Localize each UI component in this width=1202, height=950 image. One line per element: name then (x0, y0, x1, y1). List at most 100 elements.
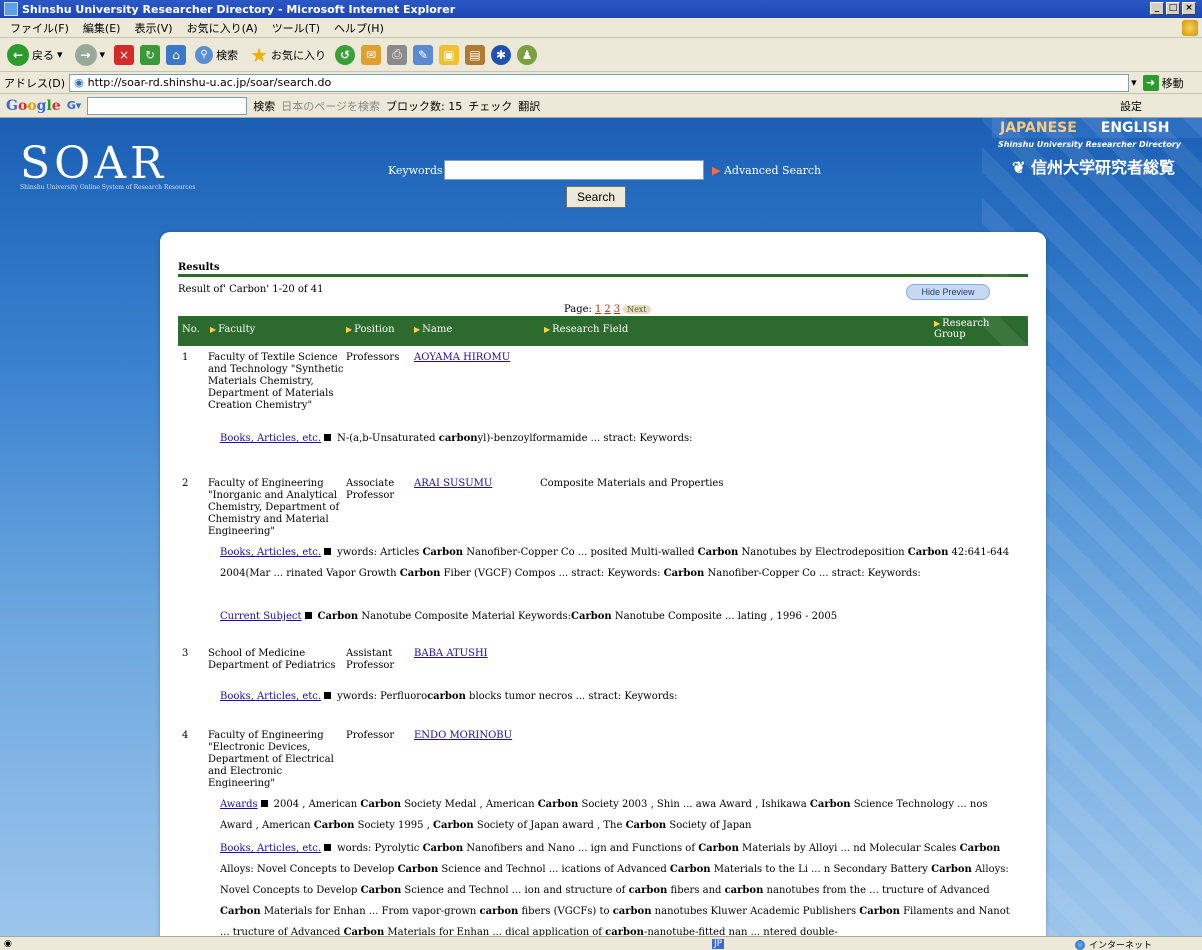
snippet-books-link[interactable]: Books, Articles, etc. (220, 691, 321, 702)
google-logo[interactable]: Google (6, 98, 61, 114)
advanced-search-link[interactable]: ▶ Advanced Search (712, 164, 821, 177)
menu-favorites[interactable]: お気に入り(A) (187, 20, 258, 36)
results-list: 1 Faculty of Textile Science and Technol… (178, 350, 1028, 936)
next-page-button[interactable]: Next (623, 305, 651, 314)
refresh-icon[interactable]: ↻ (140, 44, 161, 65)
folder-icon[interactable]: ▣ (439, 44, 459, 65)
mail-icon[interactable]: ✉ (361, 44, 381, 65)
col-name[interactable]: ▶ Name (414, 324, 452, 335)
security-zone: インターネット (1074, 938, 1152, 950)
back-label: 戻る (32, 48, 54, 62)
snippet-awards-link[interactable]: Awards (220, 799, 258, 810)
page-link-3[interactable]: 3 (614, 304, 620, 315)
search-button[interactable]: ⚲ 検索 (192, 42, 241, 68)
result-row: 2 Faculty of Engineering "Inorganic and … (178, 476, 1028, 646)
bullet-icon (324, 844, 332, 851)
google-search-button[interactable]: 検索 (253, 98, 275, 114)
menu-view[interactable]: 表示(V) (134, 20, 172, 36)
close-button[interactable]: × (1182, 2, 1196, 15)
edit-icon[interactable]: ✎ (413, 44, 433, 65)
standard-toolbar: ← 戻る ▾ → ▾ × ↻ ⌂ ⚲ 検索 ★ お気に入り ↺ ✉ ⎙ ✎ ▣ … (0, 38, 1202, 72)
row-snippet: Books, Articles, etc. ywords: Articles Ca… (220, 547, 1010, 579)
print-icon[interactable]: ⎙ (387, 44, 407, 65)
page-link-2[interactable]: 2 (604, 304, 610, 315)
row-position: Professor (346, 730, 395, 741)
back-arrow-icon: ← (7, 43, 29, 66)
col-position[interactable]: ▶ Position (346, 324, 395, 335)
lang-japanese-link[interactable]: JAPANESE (1000, 120, 1077, 136)
bluetooth-icon[interactable]: ✱ (491, 44, 511, 65)
back-button[interactable]: ← 戻る ▾ (4, 42, 66, 68)
row-faculty: School of Medicine Department of Pediatr… (208, 648, 336, 671)
google-menu-icon[interactable]: G▾ (67, 99, 82, 112)
result-row: 1 Faculty of Textile Science and Technol… (178, 350, 1028, 476)
favorites-star-icon: ★ (250, 42, 268, 67)
row-name-link[interactable]: ENDO MORINOBU (414, 730, 512, 742)
home-icon[interactable]: ⌂ (166, 44, 187, 65)
google-page-search[interactable]: 日本のページを検索 (281, 98, 380, 114)
research-icon[interactable]: ▤ (465, 44, 485, 65)
snippet-books-link[interactable]: Books, Articles, etc. (220, 843, 321, 854)
window-title: Shinshu University Researcher Directory … (22, 2, 456, 16)
page-icon: ◉ (74, 76, 84, 89)
row-faculty: Faculty of Engineering "Electronic Devic… (208, 730, 334, 789)
language-switch: JAPANESE ENGLISH (992, 118, 1202, 138)
maximize-button[interactable]: □ (1166, 2, 1180, 15)
bullet-icon (304, 612, 312, 619)
google-blocked-count[interactable]: ブロック数: 15 (386, 98, 462, 114)
soar-logo[interactable]: SOAR (20, 138, 167, 189)
snippet-books-link[interactable]: Books, Articles, etc. (220, 547, 321, 558)
address-input[interactable]: ◉ http://soar-rd.shinshu-u.ac.jp/soar/se… (69, 73, 1130, 92)
row-no: 3 (182, 648, 189, 659)
row-snippet: Awards 2004 , American Carbon Society Med… (220, 799, 988, 831)
keywords-input[interactable] (444, 160, 704, 180)
ime-indicator[interactable]: JP (712, 938, 725, 949)
zone-label: インターネット (1088, 941, 1152, 950)
google-search-input[interactable] (87, 96, 248, 115)
menu-edit[interactable]: 編集(E) (83, 20, 121, 36)
menu-tools[interactable]: ツール(T) (272, 20, 320, 36)
google-toolbar: Google G▾ 検索 日本のページを検索 ブロック数: 15 チェック 翻訳… (0, 94, 1202, 118)
globe-icon (1074, 939, 1085, 950)
forward-arrow-icon: → (74, 43, 97, 66)
directory-title-jp: ❦ 信州大学研究者総覧 (1012, 158, 1175, 177)
row-no: 1 (182, 352, 189, 363)
messenger-icon[interactable]: ♟ (517, 44, 537, 65)
row-snippet: Books, Articles, etc. N-(a,b-Unsaturated … (220, 433, 693, 444)
col-research-field[interactable]: ▶ Research Field (544, 324, 628, 335)
address-label: アドレス(D) (4, 76, 66, 90)
go-label: 移動 (1161, 76, 1184, 90)
lang-english-link[interactable]: ENGLISH (1101, 120, 1170, 136)
col-no: No. (182, 324, 200, 335)
google-translate-button[interactable]: 翻訳 (518, 98, 540, 114)
history-icon[interactable]: ↺ (335, 44, 355, 65)
address-dropdown-icon[interactable]: ▾ (1131, 76, 1137, 89)
snippet-books-link[interactable]: Books, Articles, etc. (220, 433, 321, 444)
row-research-field: Composite Materials and Properties (540, 478, 724, 489)
row-name-link[interactable]: BABA ATUSHI (414, 648, 488, 660)
row-no: 4 (182, 730, 189, 741)
favorites-button[interactable]: ★ お気に入り (247, 42, 329, 68)
forward-button[interactable]: → ▾ (72, 42, 109, 68)
go-button[interactable]: ➜ 移動 (1142, 74, 1184, 91)
window-titlebar: Shinshu University Researcher Directory … (0, 0, 1202, 18)
snippet-current-subject-link[interactable]: Current Subject (220, 611, 302, 622)
stop-icon[interactable]: × (114, 44, 135, 65)
row-name-link[interactable]: ARAI SUSUMU (414, 478, 492, 490)
minimize-button[interactable]: _ (1150, 2, 1164, 15)
result-row: 3 School of Medicine Department of Pedia… (178, 646, 1028, 728)
back-dropdown-icon: ▾ (57, 48, 63, 61)
col-research-group[interactable]: ▶ Research Group (934, 318, 1014, 340)
page-link-1[interactable]: 1 (595, 304, 601, 315)
col-faculty[interactable]: ▶ Faculty (210, 324, 255, 335)
directory-title-en: Shinshu University Researcher Directory (998, 140, 1181, 149)
row-name-link[interactable]: AOYAMA HIROMU (414, 352, 510, 364)
menu-help[interactable]: ヘルプ(H) (334, 20, 384, 36)
results-divider (178, 274, 1028, 277)
google-check-button[interactable]: チェック (468, 98, 512, 114)
search-submit-button[interactable]: Search (566, 186, 626, 208)
google-settings-button[interactable]: 設定 (1120, 98, 1142, 114)
menu-file[interactable]: ファイル(F) (10, 20, 69, 36)
hide-preview-button[interactable]: Hide Preview (906, 284, 990, 300)
row-no: 2 (182, 478, 189, 489)
